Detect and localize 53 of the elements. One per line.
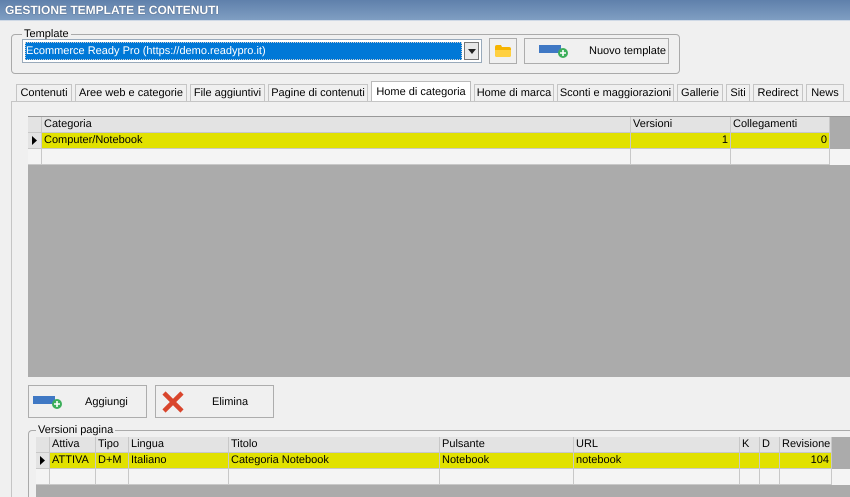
column-header: D [760, 437, 780, 453]
tab[interactable]: Redirect [753, 84, 803, 101]
column-header: Revisione [780, 437, 832, 453]
table-cell: Italiano [129, 453, 229, 469]
delete-button[interactable]: Elimina [155, 385, 274, 418]
table-cell: notebook [574, 453, 740, 469]
column-header: Collegamenti [731, 117, 830, 133]
tab[interactable]: File aggiuntivi [190, 84, 265, 101]
table-cell: 104 [780, 453, 832, 469]
add-button[interactable]: Aggiungi [28, 385, 147, 418]
table-cell: ATTIVA [50, 453, 96, 469]
table-cell: Notebook [440, 453, 574, 469]
table-cell: Categoria Notebook [229, 453, 440, 469]
column-header: Categoria [42, 117, 631, 133]
column-header: Attiva [50, 437, 96, 453]
column-header: URL [574, 437, 740, 453]
tab[interactable]: News [806, 84, 844, 101]
column-header: Tipo [96, 437, 129, 453]
row-pointer-icon [40, 456, 45, 465]
table-cell [740, 453, 760, 469]
table-row[interactable]: Computer/Notebook 1 0 [28, 133, 850, 149]
table-cell: Computer/Notebook [42, 133, 631, 149]
row-pointer-icon [32, 136, 37, 145]
delete-x-icon [162, 390, 184, 412]
tab[interactable]: Aree web e categorie [75, 84, 187, 101]
table-cell [760, 453, 780, 469]
column-header: K [740, 437, 760, 453]
tab[interactable]: Home di categoria [371, 81, 471, 101]
folder-button[interactable] [489, 38, 517, 64]
column-header: Titolo [229, 437, 440, 453]
table-cell: D+M [96, 453, 129, 469]
tab[interactable]: Sconti e maggiorazioni [557, 84, 674, 101]
new-row[interactable] [28, 149, 850, 165]
folder-icon [495, 45, 511, 57]
tab[interactable]: Pagine di contenuti [268, 84, 368, 101]
group-label: Versioni pagina [37, 424, 114, 436]
new-row[interactable] [36, 469, 850, 485]
window-title: GESTIONE TEMPLATE E CONTENUTI [5, 3, 219, 17]
add-window-icon [33, 394, 63, 408]
column-header: Lingua [129, 437, 229, 453]
column-header: Pulsante [440, 437, 574, 453]
table-cell: 0 [731, 133, 830, 149]
tab[interactable]: Home di marca [474, 84, 554, 101]
new-template-button[interactable]: Nuovo template [524, 38, 669, 64]
column-header: Versioni [631, 117, 731, 133]
tab[interactable]: Contenuti [16, 84, 72, 101]
template-dropdown[interactable]: Ecommerce Ready Pro (https://demo.readypro.it) [22, 39, 482, 63]
tab[interactable]: Siti [726, 84, 750, 101]
table-row[interactable]: ATTIVA D+M Italiano Categoria Notebook Notebook notebook 104 [36, 453, 850, 469]
group-label: Template [23, 28, 70, 40]
tab[interactable]: Gallerie [677, 84, 723, 101]
table-cell: 1 [631, 133, 731, 149]
add-window-icon [539, 44, 569, 58]
